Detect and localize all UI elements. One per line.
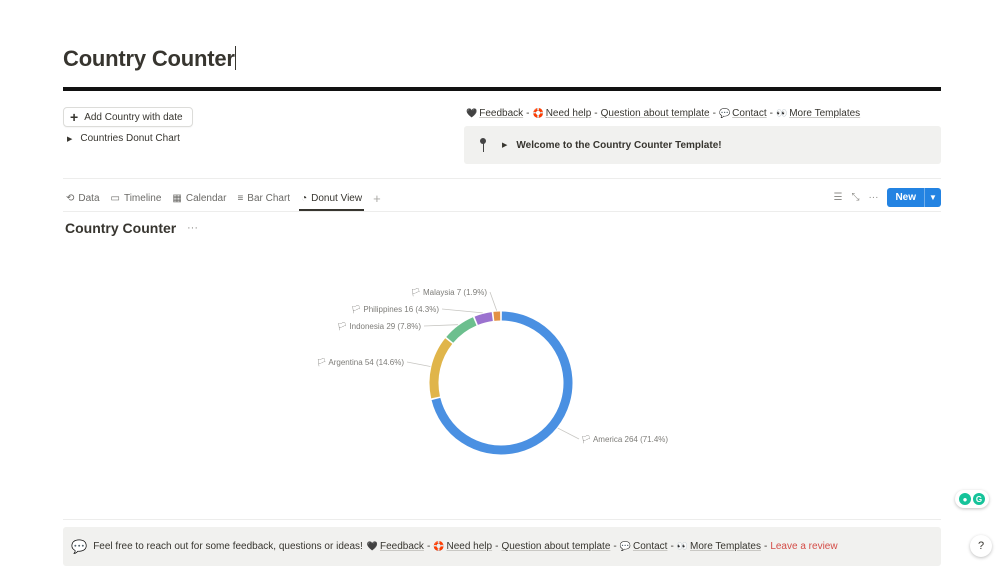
leader-line bbox=[423, 324, 458, 327]
footer-contact-link[interactable]: Contact bbox=[633, 541, 667, 552]
help-icon: ? bbox=[977, 540, 985, 552]
slice-label-malaysia: 🏳 Malaysia 7 (1.9%) bbox=[411, 288, 488, 297]
bulb-icon[interactable]: ● bbox=[959, 493, 971, 505]
separator: - bbox=[613, 541, 617, 552]
grammarly-icon[interactable]: G bbox=[973, 493, 985, 505]
leader-line bbox=[441, 308, 483, 314]
leader-line bbox=[557, 427, 580, 440]
leader-line bbox=[406, 361, 431, 367]
slice-label-indonesia: 🏳 Indonesia 29 (7.8%) bbox=[337, 322, 421, 331]
heart-icon: 🖤 bbox=[366, 541, 379, 551]
footer-question-link[interactable]: Question about template bbox=[501, 541, 610, 552]
footer-need-help-link[interactable]: Need help bbox=[447, 541, 493, 552]
footer-divider bbox=[63, 519, 941, 520]
slice-label-philippines: 🏳 Philippines 16 (4.3%) bbox=[351, 305, 439, 314]
help-button[interactable]: ? bbox=[970, 535, 992, 557]
speech-bubble-icon: 💬 bbox=[619, 541, 631, 551]
donut-slice-philippines[interactable] bbox=[474, 312, 493, 325]
donut-chart: 🏳 America 264 (71.4%) 🏳 Argentina 54 (14.… bbox=[316, 288, 668, 455]
donut-slice-indonesia[interactable] bbox=[446, 317, 477, 343]
separator: - bbox=[763, 541, 768, 552]
separator: - bbox=[495, 541, 499, 552]
separator: - bbox=[670, 541, 674, 552]
separator: - bbox=[426, 541, 431, 552]
footer-callout: 💬 Feel free to reach out for some feedba… bbox=[63, 527, 941, 566]
footer-feedback-link[interactable]: Feedback bbox=[380, 541, 424, 552]
browser-extension-widget[interactable]: ● G bbox=[955, 490, 989, 508]
chat-icon: 💬 bbox=[71, 538, 88, 554]
footer-more-templates-link[interactable]: More Templates bbox=[690, 541, 761, 552]
lifebuoy-icon: 🛟 bbox=[433, 541, 445, 551]
leader-line bbox=[489, 291, 498, 311]
eyes-icon: 👀 bbox=[676, 541, 688, 551]
slice-label-america: 🏳 America 264 (71.4%) bbox=[581, 435, 668, 444]
footer-text: Feel free to reach out for some feedback… bbox=[93, 541, 363, 552]
slice-label-argentina: 🏳 Argentina 54 (14.6%) bbox=[316, 358, 404, 367]
donut-slice-argentina[interactable] bbox=[429, 338, 453, 399]
leave-review-link[interactable]: Leave a review bbox=[770, 541, 837, 552]
